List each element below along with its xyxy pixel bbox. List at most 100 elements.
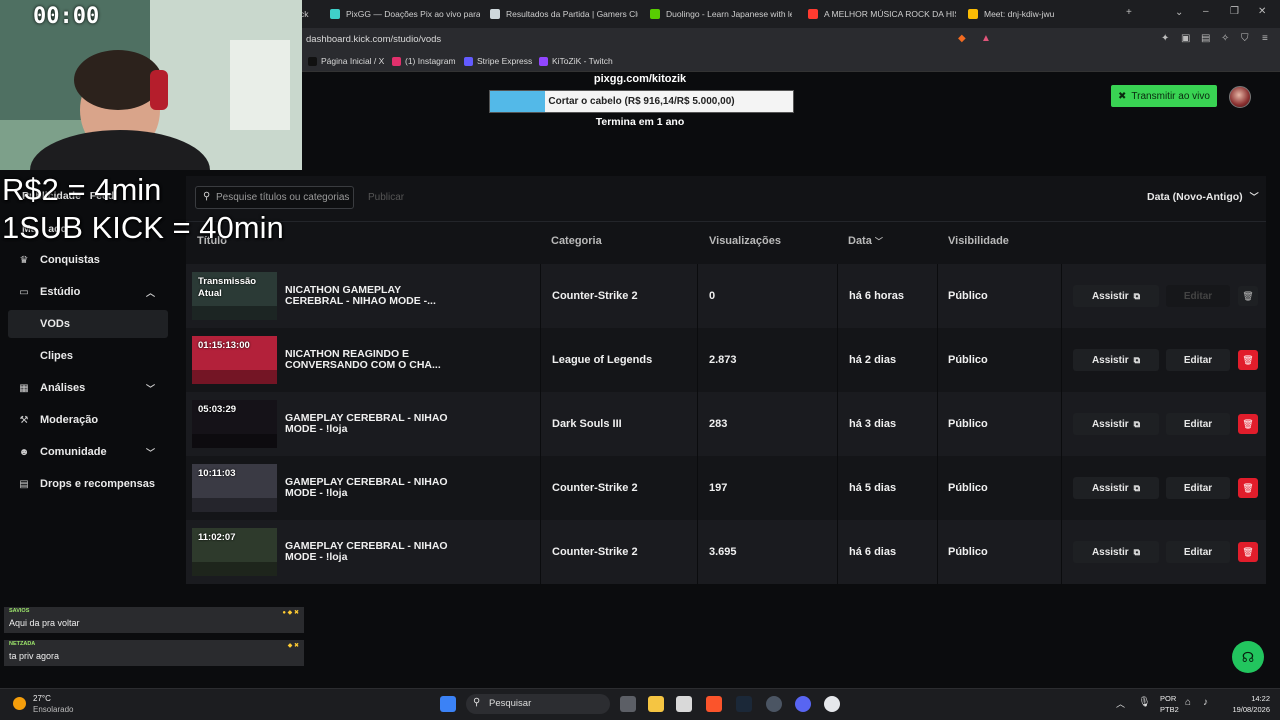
sidebar-item-studio[interactable]: ▭ Estúdio ︿ xyxy=(0,278,176,306)
external-link-icon: ⧉ xyxy=(1133,354,1141,365)
sidebar-item-analytics[interactable]: ▦ Análises ﹀ xyxy=(0,374,176,402)
vod-thumbnail[interactable]: 05:03:29 xyxy=(192,400,277,448)
browser-tab[interactable]: ck xyxy=(300,4,326,24)
snipping-tool-icon[interactable] xyxy=(676,696,692,712)
maximize-icon[interactable]: ❐ xyxy=(1230,6,1239,17)
browser-tab[interactable]: A MELHOR MÚSICA ROCK DA HISTÓ xyxy=(808,4,956,24)
go-live-button[interactable]: ✖ Transmitir ao vivo xyxy=(1111,85,1217,107)
col-category[interactable]: Categoria xyxy=(551,235,602,247)
minimize-icon[interactable]: – xyxy=(1203,6,1209,17)
extensions-icon[interactable]: ✦ xyxy=(1161,33,1169,44)
vod-thumbnail[interactable]: 10:11:03 xyxy=(192,464,277,512)
menu-icon[interactable]: ≡ xyxy=(1262,33,1268,44)
column-divider xyxy=(540,520,541,584)
url-field[interactable]: dashboard.kick.com/studio/vods xyxy=(306,34,441,45)
sidebar-item-achievements[interactable]: ♛ Conquistas xyxy=(0,246,176,274)
sidebar-item-vods[interactable]: VODs xyxy=(8,310,168,338)
edit-button[interactable]: Editar xyxy=(1166,541,1230,563)
brave-shield-icon[interactable]: ◆ xyxy=(958,33,966,44)
thumbnail-overlay xyxy=(192,306,277,320)
thumbnail-overlay xyxy=(192,498,277,512)
watch-button[interactable]: Assistir ⧉ xyxy=(1073,477,1159,499)
column-divider xyxy=(937,264,938,328)
chat-badges-icon: ● ◆ ✖ xyxy=(282,610,299,616)
browser-tab[interactable]: Meet: dnj-kdiw-jwu xyxy=(968,4,1068,24)
user-avatar[interactable] xyxy=(1229,86,1251,108)
steam-icon[interactable] xyxy=(736,696,752,712)
search-input[interactable] xyxy=(216,189,350,206)
file-explorer-icon[interactable] xyxy=(648,696,664,712)
sidebar-item-community[interactable]: ☻ Comunidade ﹀ xyxy=(0,438,176,466)
publish-filter[interactable]: Publicar xyxy=(368,192,404,203)
browser-tab[interactable]: Duolingo - Learn Japanese with less xyxy=(650,4,792,24)
vod-date: há 6 dias xyxy=(849,546,897,558)
thumbnail-overlay xyxy=(192,370,277,384)
volume-icon[interactable]: ♪ xyxy=(1203,697,1208,708)
leo-icon[interactable]: ✧ xyxy=(1221,33,1229,44)
delete-button[interactable]: 🗑 xyxy=(1238,478,1258,498)
support-chat-button[interactable]: ☊ xyxy=(1232,641,1264,673)
column-divider xyxy=(837,520,838,584)
clock-time[interactable]: 14:22 xyxy=(1228,694,1270,703)
sort-arrow-icon: ﹀ xyxy=(874,237,883,246)
bookmark-item[interactable]: KiToZiK - Twitch xyxy=(539,56,613,66)
network-icon[interactable]: ⌂ xyxy=(1185,697,1191,708)
delete-button[interactable]: 🗑 xyxy=(1238,414,1258,434)
brave-icon[interactable] xyxy=(706,696,722,712)
start-icon[interactable] xyxy=(440,696,456,712)
col-views[interactable]: Visualizações xyxy=(709,235,781,247)
vod-thumbnail[interactable]: Transmissão Atual xyxy=(192,272,277,320)
rewards-icon[interactable]: ▲ xyxy=(981,33,991,44)
watch-button[interactable]: Assistir ⧉ xyxy=(1073,349,1159,371)
app-icon[interactable] xyxy=(766,696,782,712)
column-divider xyxy=(697,456,698,520)
sidebar-item-clips[interactable]: Clipes xyxy=(0,342,176,370)
edit-button[interactable]: Editar xyxy=(1166,413,1230,435)
vod-thumbnail[interactable]: 01:15:13:00 xyxy=(192,336,277,384)
tray-chevron-icon[interactable]: ︿ xyxy=(1116,697,1125,710)
vpn-icon[interactable]: ⛉ xyxy=(1241,33,1249,44)
bookmark-item[interactable]: Stripe Express xyxy=(464,56,532,66)
delete-button[interactable]: 🗑 xyxy=(1238,350,1258,370)
bookmark-item[interactable]: Página Inicial / X xyxy=(308,56,384,66)
vod-duration: 05:03:29 xyxy=(198,404,237,415)
sidebar-item-moderation[interactable]: ⚒ Moderação xyxy=(0,406,176,434)
bookmark-item[interactable]: (1) Instagram xyxy=(392,56,456,66)
sidebar-toggle-icon[interactable]: ▣ xyxy=(1181,33,1190,44)
obs-icon[interactable] xyxy=(824,696,840,712)
delete-button[interactable]: 🗑 xyxy=(1238,542,1258,562)
microphone-icon[interactable]: 🎙 xyxy=(1138,697,1151,708)
watch-button[interactable]: Assistir ⧉ xyxy=(1073,541,1159,563)
taskbar-search[interactable] xyxy=(466,694,610,714)
weather-icon[interactable] xyxy=(13,697,26,710)
browser-tab[interactable]: Resultados da Partida | Gamers Club xyxy=(490,4,638,24)
tab-search-icon[interactable]: ⌄ xyxy=(1175,7,1183,18)
weather-temp[interactable]: 27°C xyxy=(33,694,51,703)
gift-icon: ▤ xyxy=(19,478,29,490)
vod-date: há 5 dias xyxy=(849,482,897,494)
thumbnail-overlay xyxy=(192,434,277,448)
new-tab-button[interactable]: + xyxy=(1126,7,1132,18)
edit-button[interactable]: Editar xyxy=(1166,349,1230,371)
vod-category: League of Legends xyxy=(552,354,653,366)
vod-visibility: Público xyxy=(948,290,988,302)
vod-thumbnail[interactable]: 11:02:07 xyxy=(192,528,277,576)
discord-icon[interactable] xyxy=(795,696,811,712)
col-visibility[interactable]: Visibilidade xyxy=(948,235,1009,247)
sidebar-item-drops[interactable]: ▤ Drops e recompensas xyxy=(0,470,176,498)
sort-dropdown[interactable]: Data (Novo-Antigo) ﹀ xyxy=(1147,190,1259,203)
delete-button[interactable]: 🗑 xyxy=(1238,286,1258,306)
watch-button[interactable]: Assistir ⧉ xyxy=(1073,285,1159,307)
bookmark-favicon-icon xyxy=(539,56,548,66)
col-date[interactable]: Data ﹀ xyxy=(848,235,883,247)
edit-button[interactable]: Editar xyxy=(1166,477,1230,499)
task-view-icon[interactable] xyxy=(620,696,636,712)
vod-date: há 6 horas xyxy=(849,290,905,302)
close-window-icon[interactable]: ✕ xyxy=(1258,6,1266,17)
edit-button[interactable]: Editar xyxy=(1166,285,1230,307)
watch-button[interactable]: Assistir ⧉ xyxy=(1073,413,1159,435)
vod-title: GAMEPLAY CEREBRAL - NIHAO MODE - !loja xyxy=(285,476,448,499)
wallet-icon[interactable]: ▤ xyxy=(1201,33,1210,44)
language-indicator[interactable]: POR xyxy=(1160,694,1176,703)
browser-tab[interactable]: PixGG — Doações Pix ao vivo para xyxy=(330,4,480,24)
